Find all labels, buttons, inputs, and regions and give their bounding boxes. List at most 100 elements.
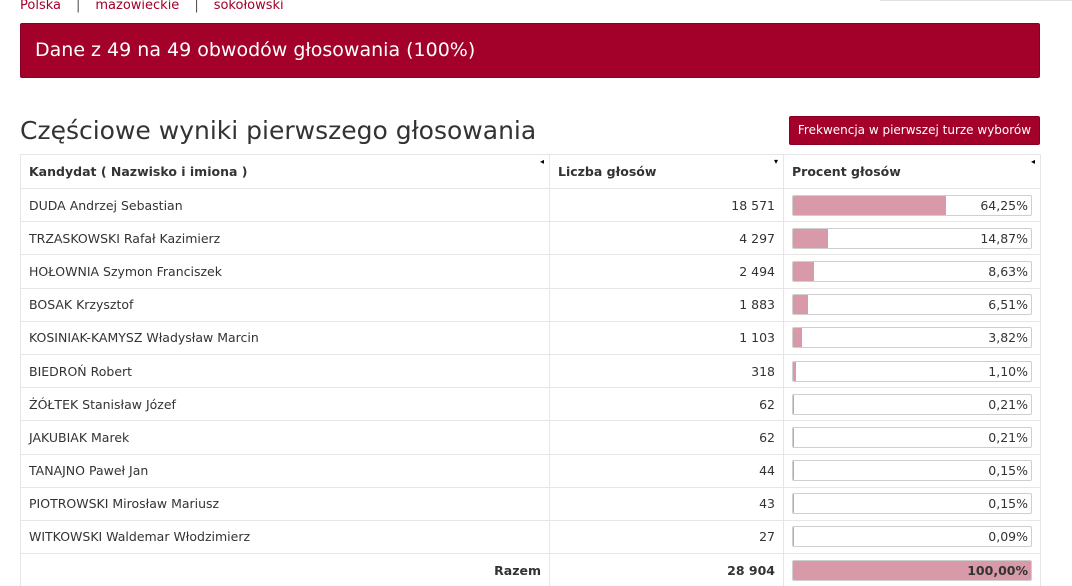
vote-count: 318 bbox=[549, 353, 784, 389]
column-header-candidate[interactable]: Kandydat ( Nazwisko i imiona ) ◂ bbox=[20, 154, 550, 189]
table-row: ŻÓŁTEK Stanisław Józef 62 0,21% bbox=[20, 387, 1041, 422]
table-row: BOSAK Krzysztof 1 883 6,51% bbox=[20, 287, 1041, 322]
percent-value: 14,87% bbox=[980, 230, 1028, 246]
column-header-votes[interactable]: Liczba głosów ▾ bbox=[549, 154, 784, 189]
table-row: DUDA Andrzej Sebastian 18 571 64,25% bbox=[20, 187, 1041, 223]
table-row: HOŁOWNIA Szymon Franciszek 2 494 8,63% bbox=[20, 254, 1041, 289]
percent-value: 0,15% bbox=[988, 496, 1028, 512]
table-row: BIEDROŃ Robert 318 1,10% bbox=[20, 353, 1041, 389]
column-header-percent-label: Procent głosów bbox=[792, 164, 901, 179]
candidate-name: WITKOWSKI Waldemar Włodzimierz bbox=[20, 519, 550, 555]
percent-bar-fill bbox=[793, 295, 809, 315]
percent-bar: 8,63% bbox=[792, 260, 1032, 282]
percent-cell: 64,25% bbox=[783, 187, 1041, 223]
section-title: Częściowe wyniki pierwszego głosowania bbox=[20, 116, 537, 145]
vote-count: 27 bbox=[549, 519, 784, 555]
header-divider bbox=[880, 0, 1072, 1]
turnout-button[interactable]: Frekwencja w pierwszej turze wyborów bbox=[789, 116, 1040, 145]
vote-count: 62 bbox=[549, 387, 784, 422]
percent-cell: 0,21% bbox=[783, 420, 1041, 455]
vote-count: 1 883 bbox=[549, 287, 784, 322]
candidate-name: BOSAK Krzysztof bbox=[20, 287, 550, 322]
percent-value: 0,21% bbox=[988, 429, 1028, 445]
percent-value: 6,51% bbox=[988, 297, 1028, 313]
breadcrumb: Polska | mazowieckie | sokołowski bbox=[20, 0, 284, 15]
percent-cell: 0,15% bbox=[783, 486, 1041, 521]
table-row: TRZASKOWSKI Rafał Kazimierz 4 297 14,87% bbox=[20, 221, 1041, 256]
percent-bar: 3,82% bbox=[792, 327, 1032, 349]
percent-bar: 1,10% bbox=[792, 360, 1032, 382]
breadcrumb-separator: | bbox=[75, 0, 81, 13]
percent-value: 100,00% bbox=[967, 562, 1028, 578]
percent-cell: 14,87% bbox=[783, 221, 1041, 256]
percent-cell: 3,82% bbox=[783, 320, 1041, 355]
table-row: PIOTROWSKI Mirosław Mariusz 43 0,15% bbox=[20, 486, 1041, 521]
column-header-candidate-label: Kandydat ( Nazwisko i imiona ) bbox=[29, 164, 248, 179]
vote-count: 43 bbox=[549, 486, 784, 521]
percent-bar: 64,25% bbox=[792, 194, 1032, 216]
candidate-name: TRZASKOWSKI Rafał Kazimierz bbox=[20, 221, 550, 256]
percent-value: 8,63% bbox=[988, 263, 1028, 279]
percent-bar: 100,00% bbox=[792, 559, 1032, 581]
column-header-votes-label: Liczba głosów bbox=[558, 164, 657, 179]
percent-cell: 8,63% bbox=[783, 254, 1041, 289]
sort-left-icon: ◂ bbox=[539, 157, 544, 166]
percent-value: 3,82% bbox=[988, 330, 1028, 346]
data-coverage-banner: Dane z 49 na 49 obwodów głosowania (100%… bbox=[20, 23, 1040, 78]
percent-value: 0,21% bbox=[988, 396, 1028, 412]
candidate-name: HOŁOWNIA Szymon Franciszek bbox=[20, 254, 550, 289]
candidate-name: DUDA Andrzej Sebastian bbox=[20, 187, 550, 223]
percent-bar-fill bbox=[793, 195, 946, 215]
percent-cell: 6,51% bbox=[783, 287, 1041, 322]
vote-count: 2 494 bbox=[549, 254, 784, 289]
percent-bar: 0,21% bbox=[792, 393, 1032, 415]
breadcrumb-link-voivodeship[interactable]: mazowieckie bbox=[95, 0, 179, 13]
percent-bar: 0,15% bbox=[792, 460, 1032, 482]
percent-cell: 0,21% bbox=[783, 387, 1041, 422]
percent-value: 64,25% bbox=[980, 197, 1028, 213]
page: Polska | mazowieckie | sokołowski Dane z 49 … bbox=[0, 0, 1072, 586]
candidate-name: TANAJNO Paweł Jan bbox=[20, 453, 550, 488]
total-row: Razem 28 904 100,00% bbox=[20, 553, 1041, 586]
percent-value: 1,10% bbox=[988, 363, 1028, 379]
percent-bar: 0,21% bbox=[792, 426, 1032, 448]
percent-bar-fill bbox=[793, 328, 803, 348]
percent-cell: 100,00% bbox=[783, 553, 1041, 586]
percent-bar: 14,87% bbox=[792, 227, 1032, 249]
vote-count: 44 bbox=[549, 453, 784, 488]
percent-value: 0,15% bbox=[988, 463, 1028, 479]
table-row: WITKOWSKI Waldemar Włodzimierz 27 0,09% bbox=[20, 519, 1041, 555]
percent-bar: 0,15% bbox=[792, 493, 1032, 515]
candidate-name: JAKUBIAK Marek bbox=[20, 420, 550, 455]
vote-count: 18 571 bbox=[549, 187, 784, 223]
percent-cell: 0,15% bbox=[783, 453, 1041, 488]
breadcrumb-link-country[interactable]: Polska bbox=[20, 0, 61, 13]
column-header-percent[interactable]: Procent głosów ◂ bbox=[783, 154, 1041, 189]
percent-cell: 0,09% bbox=[783, 519, 1041, 555]
total-votes: 28 904 bbox=[549, 553, 784, 586]
total-label: Razem bbox=[20, 553, 550, 586]
table-header-row: Kandydat ( Nazwisko i imiona ) ◂ Liczba … bbox=[20, 154, 1041, 189]
sort-left-icon: ◂ bbox=[1030, 157, 1035, 166]
percent-bar-fill bbox=[793, 228, 829, 248]
candidate-name: BIEDROŃ Robert bbox=[20, 353, 550, 389]
table-row: JAKUBIAK Marek 62 0,21% bbox=[20, 420, 1041, 455]
vote-count: 1 103 bbox=[549, 320, 784, 355]
vote-count: 4 297 bbox=[549, 221, 784, 256]
sort-down-icon: ▾ bbox=[773, 157, 778, 166]
results-table: Kandydat ( Nazwisko i imiona ) ◂ Liczba … bbox=[20, 154, 1041, 586]
table-row: TANAJNO Paweł Jan 44 0,15% bbox=[20, 453, 1041, 488]
candidate-name: PIOTROWSKI Mirosław Mariusz bbox=[20, 486, 550, 521]
vote-count: 62 bbox=[549, 420, 784, 455]
results-table-body: DUDA Andrzej Sebastian 18 571 64,25% TRZASK… bbox=[20, 187, 1041, 586]
candidate-name: ŻÓŁTEK Stanisław Józef bbox=[20, 387, 550, 422]
table-row: KOSINIAK-KAMYSZ Władysław Marcin 1 103 3,8… bbox=[20, 320, 1041, 355]
percent-bar-fill bbox=[793, 261, 814, 281]
percent-bar-fill bbox=[793, 361, 796, 381]
breadcrumb-link-county[interactable]: sokołowski bbox=[214, 0, 284, 13]
percent-cell: 1,10% bbox=[783, 353, 1041, 389]
percent-bar: 0,09% bbox=[792, 526, 1032, 548]
breadcrumb-separator: | bbox=[194, 0, 199, 13]
candidate-name: KOSINIAK-KAMYSZ Władysław Marcin bbox=[20, 320, 550, 355]
percent-bar: 6,51% bbox=[792, 294, 1032, 316]
